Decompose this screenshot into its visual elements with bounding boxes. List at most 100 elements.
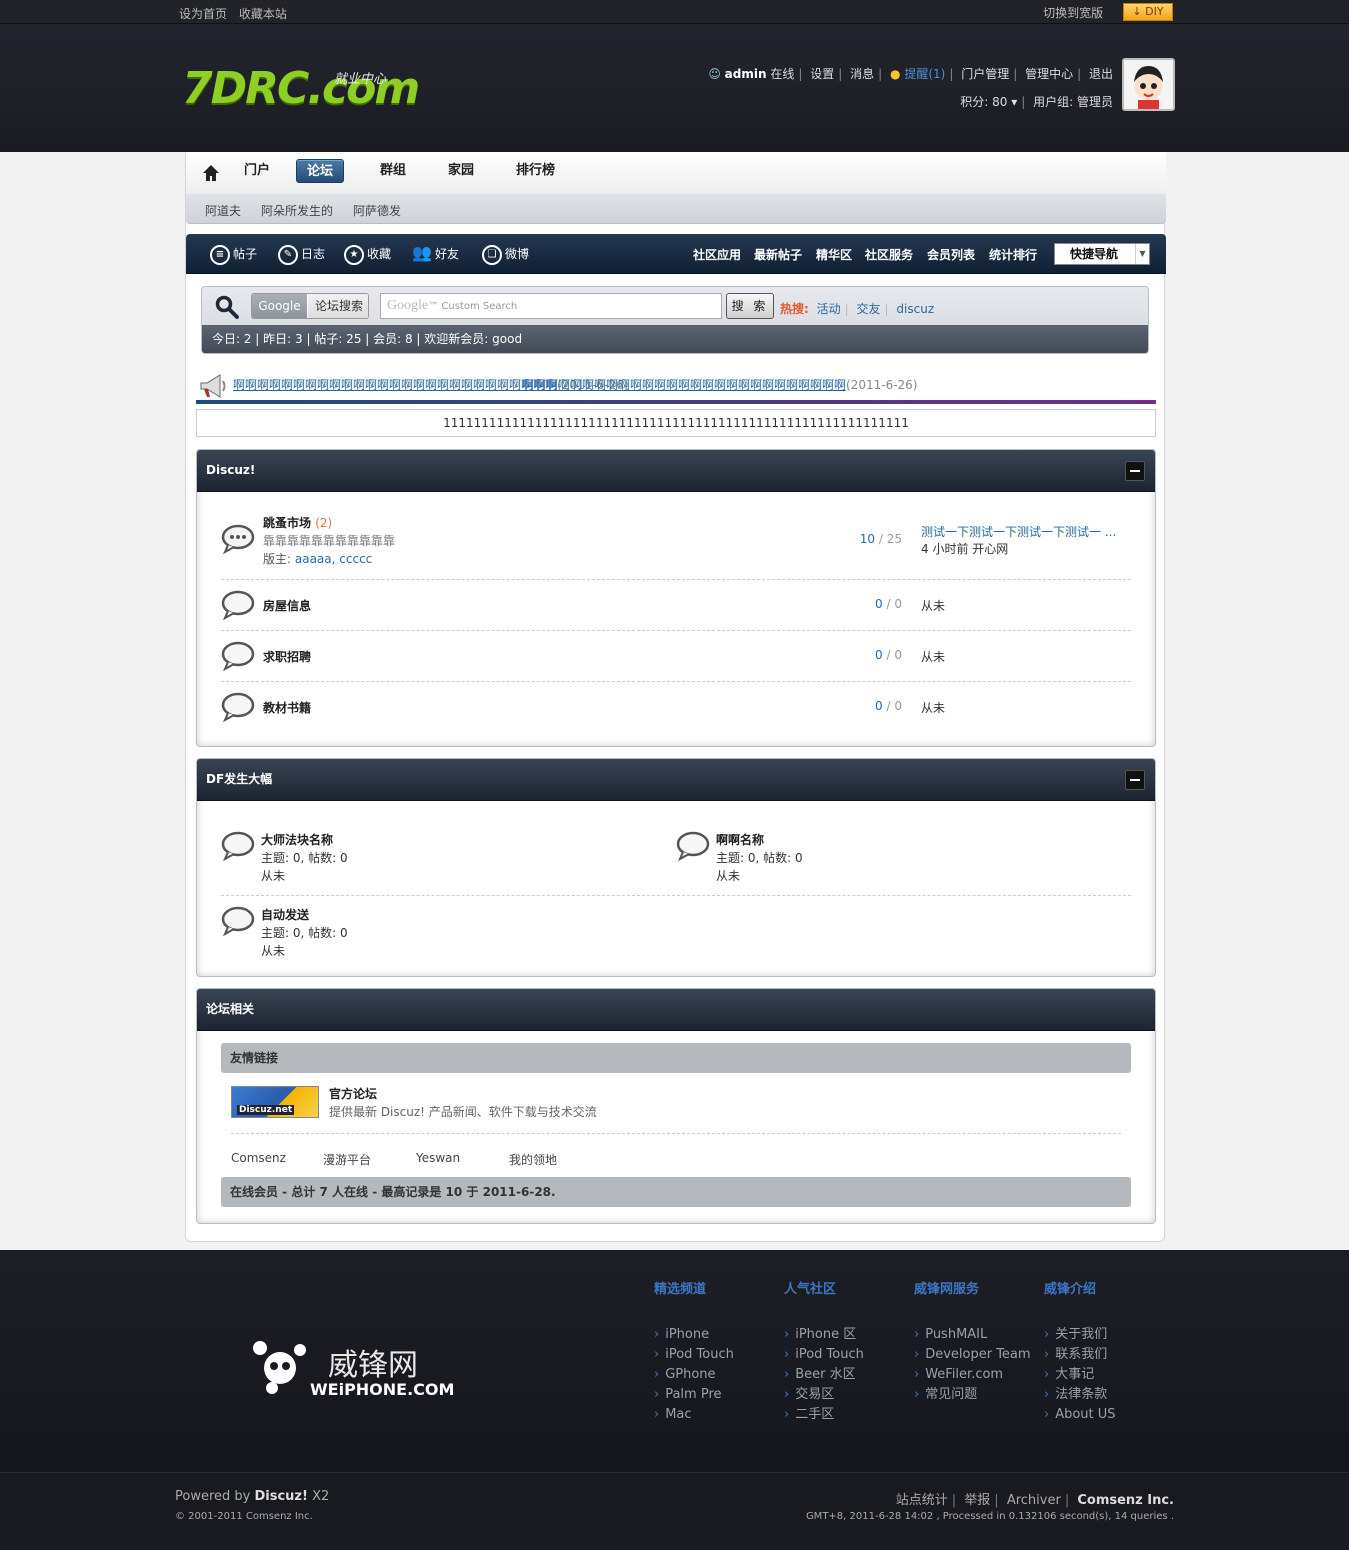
- footer-link[interactable]: iPhone 区: [784, 1325, 914, 1345]
- site-logo[interactable]: 7DRC.com 就业中心: [182, 64, 420, 114]
- forum-name-link[interactable]: 啊啊名称: [716, 831, 764, 848]
- hot-search-link[interactable]: 活动: [817, 302, 841, 316]
- forum-name-link[interactable]: 跳蚤市场 (2): [263, 514, 332, 531]
- forum-icon: [676, 831, 710, 861]
- search-input[interactable]: Google™ Custom Search: [380, 293, 722, 319]
- weiphone-logo[interactable]: 威锋网 WEiPHONE.COM: [250, 1338, 480, 1408]
- hot-search-link[interactable]: 交友: [857, 302, 881, 316]
- forum-name-link[interactable]: 房屋信息: [263, 597, 311, 614]
- divider: [196, 400, 1156, 404]
- avatar[interactable]: [1122, 58, 1175, 111]
- footer-link[interactable]: 常见问题: [914, 1385, 1044, 1405]
- footer-link[interactable]: Beer 水区: [784, 1365, 914, 1385]
- username-link[interactable]: admin: [725, 67, 767, 81]
- forum-last-post: 从未: [261, 869, 286, 883]
- forum-stats: 主题: 0, 帖数: 0: [716, 851, 803, 865]
- forum-name-link[interactable]: 求职招聘: [263, 648, 311, 665]
- footer-link[interactable]: iPod Touch: [654, 1345, 784, 1365]
- footer-link[interactable]: 法律条款: [1044, 1385, 1174, 1405]
- footer-link[interactable]: Mac: [654, 1405, 784, 1425]
- diy-button[interactable]: ↓ DIY: [1123, 3, 1173, 21]
- friend-link[interactable]: 漫游平台: [323, 1151, 371, 1168]
- collapse-icon[interactable]: [1125, 770, 1145, 790]
- footer-link[interactable]: GPhone: [654, 1365, 784, 1385]
- footer-link[interactable]: PushMAIL: [914, 1325, 1044, 1345]
- points-dropdown[interactable]: 积分: 80 ▾: [960, 95, 1017, 109]
- comsenz-link[interactable]: Comsenz Inc.: [1077, 1493, 1174, 1508]
- site-stats-link[interactable]: 站点统计: [896, 1493, 948, 1508]
- toolbar-blog[interactable]: ✎ 日志: [278, 244, 325, 265]
- footer-link[interactable]: 大事记: [1044, 1365, 1174, 1385]
- bottom-links: 站点统计 | 举报 | Archiver | Comsenz Inc.: [895, 1493, 1174, 1508]
- report-link[interactable]: 举报: [964, 1493, 990, 1508]
- friend-link[interactable]: 我的领地: [509, 1151, 557, 1168]
- search-tab-google[interactable]: Google: [252, 294, 307, 318]
- footer-link[interactable]: WeFiler.com: [914, 1365, 1044, 1385]
- archiver-link[interactable]: Archiver: [1007, 1493, 1061, 1508]
- online-members[interactable]: 在线会员 - 总计 7 人在线 - 最高记录是 10 于 2011-6-28.: [221, 1177, 1131, 1207]
- nav-ranking[interactable]: 排行榜: [506, 159, 565, 183]
- collapse-icon[interactable]: [1125, 461, 1145, 481]
- friend-link[interactable]: Yeswan: [416, 1151, 460, 1165]
- quick-nav-dropdown[interactable]: 快捷导航 ▼: [1054, 243, 1150, 265]
- toolbar-members[interactable]: 会员列表: [927, 246, 975, 263]
- footer-link[interactable]: Developer Team: [914, 1345, 1044, 1365]
- set-homepage-link[interactable]: 设为首页: [179, 7, 227, 21]
- toolbar-friends[interactable]: 👥 好友: [412, 244, 459, 264]
- forum-name-link[interactable]: 大师法块名称: [261, 831, 333, 848]
- switch-wide-link[interactable]: 切换到宽版: [1043, 6, 1103, 20]
- forum-last-post: 从未: [716, 869, 741, 883]
- home-icon[interactable]: [202, 164, 220, 182]
- subnav-item[interactable]: 阿朵所发生的: [261, 202, 333, 219]
- nav-portal[interactable]: 门户: [234, 159, 280, 183]
- community-toolbar: ≡ 帖子 ✎ 日志 ★ 收藏 👥 好友 ❑ 微博 社区应用 最新帖子 精华区 社区服务 会…: [186, 234, 1166, 274]
- forum-name-link[interactable]: 自动发送: [261, 906, 309, 923]
- forum-moderators: 版主: aaaaa, ccccc: [263, 552, 373, 566]
- user-group: 用户组: 管理员: [1033, 95, 1113, 109]
- nav-home[interactable]: 家园: [438, 159, 484, 183]
- toolbar-favorites[interactable]: ★ 收藏: [344, 244, 391, 265]
- toolbar-apps[interactable]: 社区应用: [693, 246, 741, 263]
- discuz-logo[interactable]: Discuz.net: [231, 1086, 319, 1118]
- footer-link[interactable]: 交易区: [784, 1385, 914, 1405]
- moderator-link[interactable]: aaaaa, ccccc: [295, 552, 372, 566]
- subnav-item[interactable]: 阿道夫: [205, 202, 241, 219]
- bookmark-link[interactable]: 收藏本站: [239, 7, 287, 21]
- alerts-link[interactable]: 提醒(1): [904, 67, 945, 81]
- footer-link[interactable]: iPhone: [654, 1325, 784, 1345]
- official-forum-link[interactable]: 官方论坛: [329, 1085, 377, 1102]
- search-button[interactable]: 搜 索: [726, 293, 774, 319]
- announcement-item[interactable]: 啊啊啊啊啊啊啊啊啊啊啊啊啊啊啊啊啊啊啊啊啊啊啊啊啊啊啊(2011-6-26): [522, 376, 917, 393]
- messages-link[interactable]: 消息: [850, 67, 874, 81]
- nav-groups[interactable]: 群组: [370, 159, 416, 183]
- forum-counts: 0 / 0: [875, 699, 902, 713]
- last-post-link[interactable]: 测试一下测试一下测试一下测试一 ...: [921, 525, 1116, 539]
- toolbar-latest[interactable]: 最新帖子: [754, 246, 802, 263]
- toolbar-services[interactable]: 社区服务: [865, 246, 913, 263]
- subnav-item[interactable]: 阿萨德发: [353, 202, 401, 219]
- toolbar-stats[interactable]: 统计排行: [989, 246, 1037, 263]
- search-tab-forum[interactable]: 论坛搜索: [308, 294, 368, 318]
- footer-link[interactable]: Palm Pre: [654, 1385, 784, 1405]
- footer-link[interactable]: 联系我们: [1044, 1345, 1174, 1365]
- toolbar-weibo[interactable]: ❑ 微博: [482, 244, 529, 265]
- portal-admin-link[interactable]: 门户管理: [961, 67, 1009, 81]
- nav-forum[interactable]: 论坛: [296, 159, 345, 183]
- footer-link[interactable]: 关于我们: [1044, 1325, 1174, 1345]
- footer-link[interactable]: iPod Touch: [784, 1345, 914, 1365]
- logout-link[interactable]: 退出: [1089, 67, 1113, 81]
- forum-stats: 主题: 0, 帖数: 0: [261, 926, 348, 940]
- footer-link[interactable]: About US: [1044, 1405, 1174, 1425]
- star-icon: ★: [344, 244, 364, 265]
- friend-links-header: 友情链接: [221, 1043, 1131, 1073]
- forum-name-link[interactable]: 教材书籍: [263, 699, 311, 716]
- discuz-link[interactable]: Discuz!: [254, 1489, 307, 1504]
- footer-link[interactable]: 二手区: [784, 1405, 914, 1425]
- toolbar-digest[interactable]: 精华区: [816, 246, 852, 263]
- settings-link[interactable]: 设置: [810, 67, 834, 81]
- hot-search-link[interactable]: discuz: [896, 302, 934, 316]
- friend-link[interactable]: Comsenz: [231, 1151, 286, 1165]
- admin-center-link[interactable]: 管理中心: [1025, 67, 1073, 81]
- toolbar-posts[interactable]: ≡ 帖子: [210, 244, 257, 265]
- main-nav: 门户 论坛 群组 家园 排行榜: [186, 152, 1166, 194]
